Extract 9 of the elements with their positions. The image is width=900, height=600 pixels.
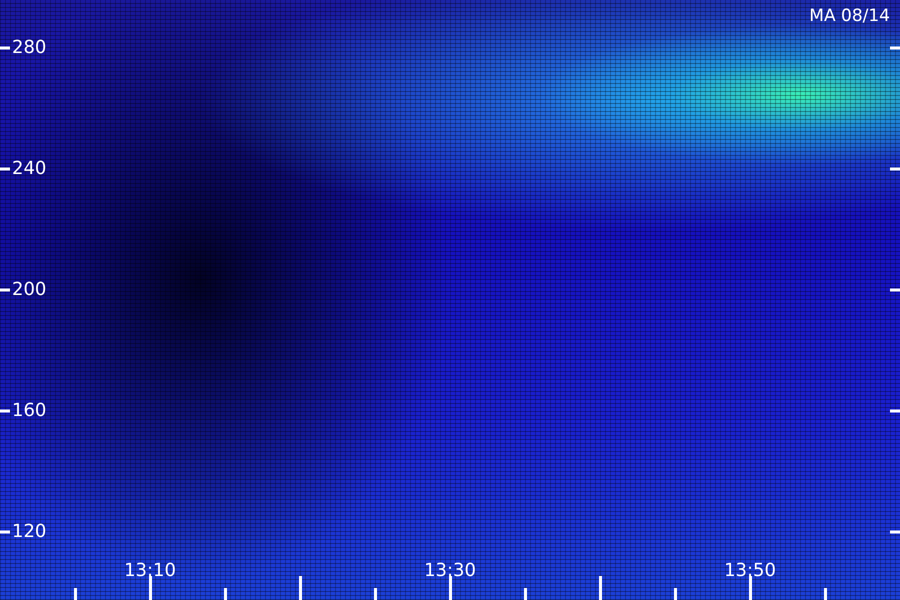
y-axis-label: 240 — [12, 158, 46, 180]
x-axis-label: 13:10 — [123, 560, 177, 582]
y-axis-label: 120 — [12, 521, 46, 543]
y-axis-label: 280 — [12, 37, 46, 59]
x-axis-label: 13:50 — [723, 560, 777, 582]
y-axis-label: 160 — [12, 400, 46, 422]
y-axis-label: 200 — [12, 279, 46, 301]
plot-title: MA 08/14 — [809, 6, 890, 26]
x-axis-label: 13:30 — [423, 560, 477, 582]
